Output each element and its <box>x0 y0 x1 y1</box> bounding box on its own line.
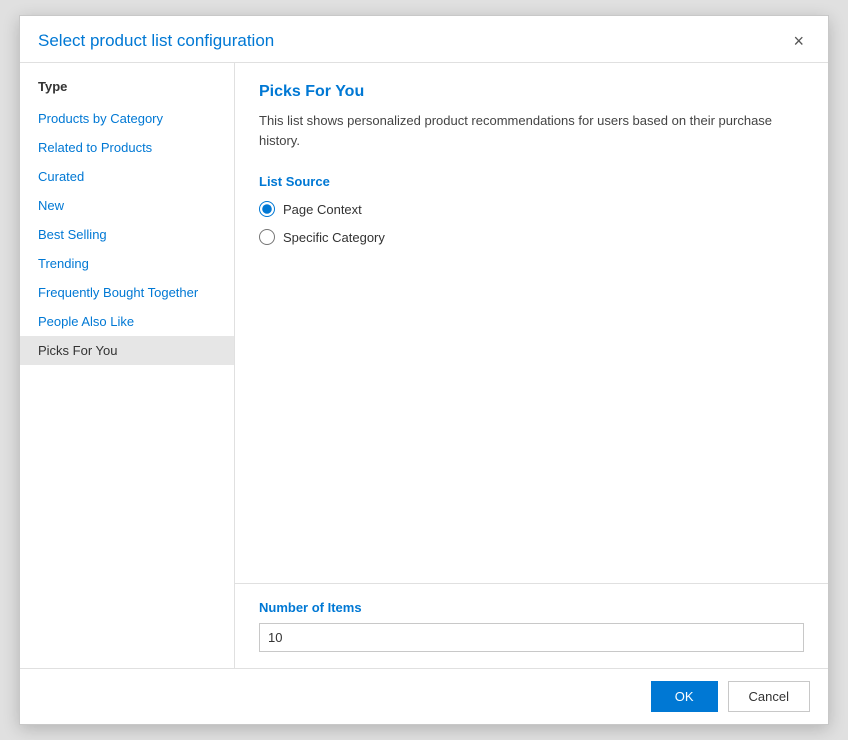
number-of-items-input[interactable] <box>259 623 804 652</box>
radio-option-specific-category[interactable]: Specific Category <box>259 229 804 245</box>
ok-button[interactable]: OK <box>651 681 718 712</box>
cancel-button[interactable]: Cancel <box>728 681 810 712</box>
sidebar-item-frequently-bought-together[interactable]: Frequently Bought Together <box>20 278 234 307</box>
main-content: Picks For You This list shows personaliz… <box>235 63 828 583</box>
dialog-body: Type Products by Category Related to Pro… <box>20 63 828 668</box>
radio-group: Page Context Specific Category <box>259 201 804 245</box>
list-source-label: List Source <box>259 174 804 189</box>
sidebar-item-related-to-products[interactable]: Related to Products <box>20 133 234 162</box>
sidebar-item-products-by-category[interactable]: Products by Category <box>20 104 234 133</box>
dialog-title: Select product list configuration <box>38 31 274 51</box>
page-context-radio[interactable] <box>259 201 275 217</box>
close-button[interactable]: × <box>787 30 810 52</box>
sidebar-item-curated[interactable]: Curated <box>20 162 234 191</box>
specific-category-label: Specific Category <box>283 230 385 245</box>
number-of-items-label: Number of Items <box>259 600 804 615</box>
specific-category-radio[interactable] <box>259 229 275 245</box>
page-context-label: Page Context <box>283 202 362 217</box>
dialog: Select product list configuration × Type… <box>19 15 829 725</box>
dialog-footer: OK Cancel <box>20 668 828 724</box>
content-title: Picks For You <box>259 83 804 101</box>
sidebar-item-trending[interactable]: Trending <box>20 249 234 278</box>
sidebar-item-people-also-like[interactable]: People Also Like <box>20 307 234 336</box>
sidebar: Type Products by Category Related to Pro… <box>20 63 235 668</box>
sidebar-item-best-selling[interactable]: Best Selling <box>20 220 234 249</box>
footer-section: Number of Items <box>235 583 828 668</box>
sidebar-header: Type <box>20 75 234 104</box>
dialog-header: Select product list configuration × <box>20 16 828 63</box>
radio-option-page-context[interactable]: Page Context <box>259 201 804 217</box>
sidebar-item-picks-for-you[interactable]: Picks For You <box>20 336 234 365</box>
content-description: This list shows personalized product rec… <box>259 111 804 150</box>
sidebar-item-new[interactable]: New <box>20 191 234 220</box>
